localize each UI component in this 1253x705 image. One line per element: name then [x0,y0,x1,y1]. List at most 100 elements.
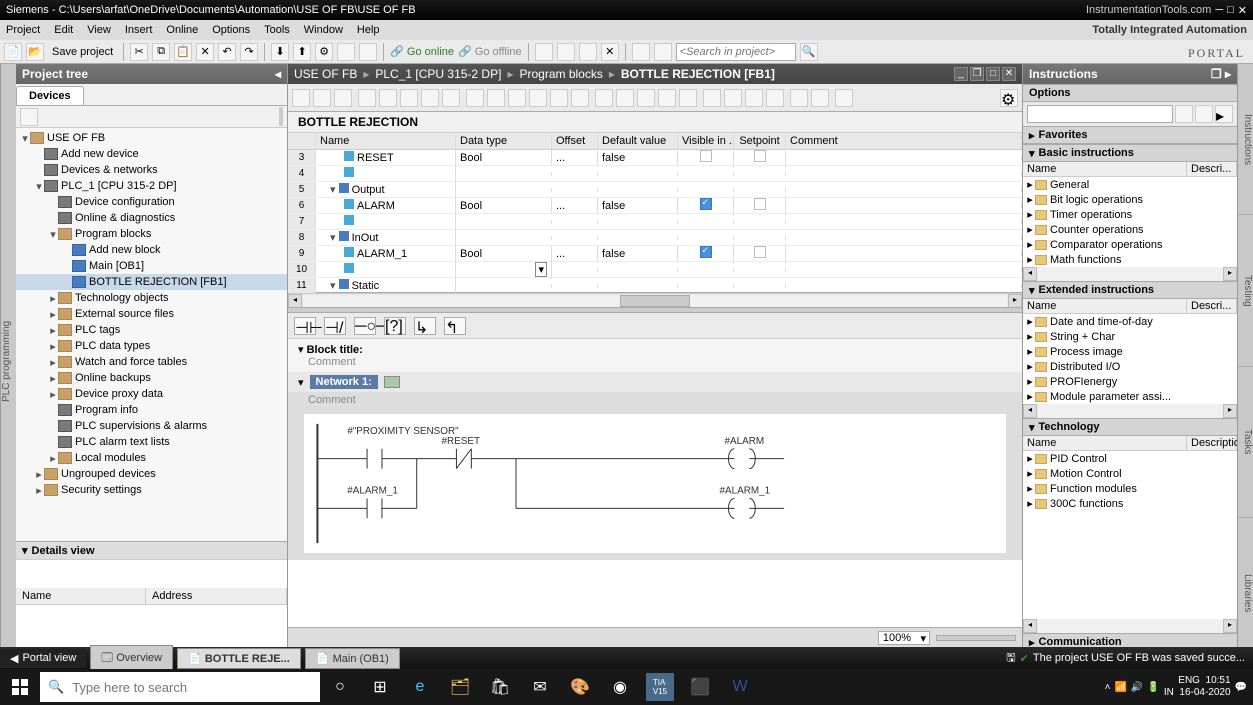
block-title-expand[interactable]: ▾ [298,344,304,356]
network-expand[interactable]: ▾ [298,376,304,389]
ed-tb-17[interactable] [637,89,655,107]
instruction-item[interactable]: ▸String + Char [1023,329,1237,344]
expand-icon[interactable]: ▸ [48,452,58,465]
basic-title[interactable]: Basic instructions [1039,147,1134,159]
expand-icon[interactable]: ▸ [48,324,58,337]
ed-tb-22[interactable] [745,89,763,107]
menu-help[interactable]: Help [357,24,380,36]
save-project-button[interactable]: Save project [52,46,113,58]
instruction-item[interactable]: ▸Comparator operations [1023,237,1237,252]
instruction-item[interactable]: ▸Bit logic operations [1023,192,1237,207]
fav-exp[interactable]: ▸ [1029,129,1035,142]
tree-node[interactable]: Add new block [16,242,287,258]
undo-icon[interactable]: ↶ [218,43,236,61]
tree-node[interactable]: ▾Program blocks [16,226,287,242]
side-instructions[interactable]: Instructions [1238,64,1253,215]
ed-tb-16[interactable] [616,89,634,107]
network-comment[interactable]: Comment [288,392,1022,408]
tree-node[interactable]: ▸Technology objects [16,290,287,306]
instruction-item[interactable]: ▸PROFIenergy [1023,374,1237,389]
instruction-item[interactable]: ▸Module parameter assi... [1023,389,1237,404]
instruction-item[interactable]: ▸300C functions [1023,496,1237,511]
var-row[interactable]: 9ALARM_1Bool...false [288,246,1022,262]
tool-icon-3[interactable] [535,43,553,61]
var-row[interactable]: 3RESETBool...false [288,150,1022,166]
details-col-name[interactable]: Name [16,588,146,604]
tree-node[interactable]: ▸Security settings [16,482,287,498]
rp-search-2[interactable] [1195,105,1213,123]
instruction-item[interactable]: ▸PID Control [1023,451,1237,466]
ed-tb-7[interactable] [421,89,439,107]
tech-col-desc[interactable]: Description [1187,436,1237,450]
ed-tb-1[interactable] [292,89,310,107]
instruction-item[interactable]: ▸Date and time-of-day [1023,314,1237,329]
rp-search-3[interactable]: ▸ [1215,105,1233,123]
tree-node[interactable]: Add new device [16,146,287,162]
bottle-rejection-tab[interactable]: 📄 BOTTLE REJE... [177,648,301,669]
rp-search-1[interactable] [1175,105,1193,123]
instructions-search[interactable] [1027,105,1173,123]
hdr-set[interactable]: Setpoint [734,133,786,149]
pt-tool-1[interactable] [20,108,38,126]
tree-node[interactable]: Main [OB1] [16,258,287,274]
chrome-icon[interactable]: ◉ [606,673,634,701]
start-button[interactable] [0,669,40,705]
tech-exp[interactable]: ▾ [1029,421,1035,434]
paint-icon[interactable]: 🎨 [566,673,594,701]
tool-icon-1[interactable] [337,43,355,61]
details-expand-icon[interactable]: ▾ [22,544,28,557]
instruction-item[interactable]: ▸Math functions [1023,252,1237,267]
technology-title[interactable]: Technology [1039,421,1100,433]
expand-icon[interactable]: ▾ [34,180,44,193]
expand-icon[interactable]: ▾ [20,132,30,145]
taskbar-search[interactable]: 🔍 Type here to search [40,672,320,702]
tree-node[interactable]: ▸Watch and force tables [16,354,287,370]
notifications-icon[interactable]: 💬 [1235,682,1247,693]
wifi-icon[interactable]: 📶 [1114,682,1126,693]
ed-tb-20[interactable] [703,89,721,107]
var-row[interactable]: 6ALARMBool...false [288,198,1022,214]
expand-icon[interactable]: ▾ [48,228,58,241]
tool-icon-8[interactable] [654,43,672,61]
ed-tb-12[interactable] [529,89,547,107]
network-label[interactable]: Network 1: [310,375,378,389]
tree-node[interactable]: ▸PLC tags [16,322,287,338]
contact-nc-icon[interactable]: ⊣/⊢ [324,317,346,335]
ed-tb-9[interactable] [466,89,484,107]
block-comment[interactable]: Comment [308,356,356,368]
ed-tb-25[interactable] [811,89,829,107]
cortana-icon[interactable]: ○ [326,673,354,701]
menu-window[interactable]: Window [304,24,343,36]
ed-tb-23[interactable] [766,89,784,107]
tree-node[interactable]: ▸External source files [16,306,287,322]
var-row[interactable]: 7 [288,214,1022,230]
tree-node[interactable]: PLC alarm text lists [16,434,287,450]
ed-close-icon[interactable]: ✕ [1002,67,1016,81]
overview-tab[interactable]: 🗔 Overview [90,645,173,672]
maximize-icon[interactable]: □ [1227,4,1234,16]
go-online-button[interactable]: 🔗 Go online [390,45,454,58]
ed-tb-4[interactable] [358,89,376,107]
ed-tb-3[interactable] [334,89,352,107]
expand-icon[interactable]: ▸ [48,372,58,385]
tool-icon-6[interactable]: ✕ [601,43,619,61]
menu-edit[interactable]: Edit [54,24,73,36]
redo-icon[interactable]: ↷ [240,43,258,61]
basic-hscroll[interactable]: ◂▸ [1023,267,1237,281]
side-testing[interactable]: Testing [1238,215,1253,366]
var-row[interactable]: 4 [288,166,1022,182]
ed-tb-5[interactable] [379,89,397,107]
battery-icon[interactable]: 🔋 [1147,682,1159,693]
var-row[interactable]: 5▾ Output [288,182,1022,198]
ed-restore-icon[interactable]: ❐ [970,67,984,81]
tree-node[interactable]: ▸PLC data types [16,338,287,354]
instruction-item[interactable]: ▸General [1023,177,1237,192]
close-icon[interactable]: ✕ [1238,4,1247,17]
tool-icon-5[interactable] [579,43,597,61]
hdr-name[interactable]: Name [316,133,456,149]
menu-options[interactable]: Options [212,24,250,36]
pt-tool-3[interactable] [281,107,283,126]
contact-no-icon[interactable]: ⊣⊢ [294,317,316,335]
bc-3[interactable]: BOTTLE REJECTION [FB1] [621,67,775,81]
tree-node[interactable]: ▾USE OF FB [16,130,287,146]
